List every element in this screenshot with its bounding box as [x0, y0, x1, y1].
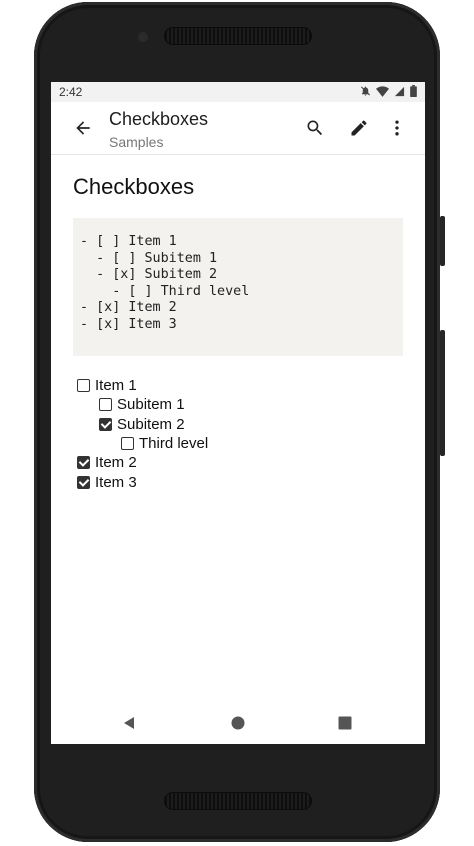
more-vert-icon[interactable]: [383, 114, 411, 142]
nav-home-icon[interactable]: [230, 715, 246, 736]
front-camera: [138, 32, 148, 42]
app-bar: Checkboxes Samples: [51, 102, 425, 155]
arrow-back-icon[interactable]: [69, 114, 97, 142]
code-line: - [x] Subitem 2: [80, 267, 218, 283]
checklist-item-label: Item 1: [95, 377, 137, 395]
cellular-icon: [394, 86, 405, 97]
nav-recents-icon[interactable]: [337, 715, 353, 736]
edit-pencil-icon[interactable]: [345, 114, 373, 142]
top-speaker-grille: [164, 27, 312, 45]
checklist-item-label: Subitem 2: [117, 415, 185, 433]
checkbox[interactable]: [99, 398, 112, 412]
battery-icon: [410, 85, 417, 97]
checkbox[interactable]: [77, 456, 90, 470]
volume-rocker: [440, 330, 445, 456]
navigation-bar: [51, 702, 425, 744]
checklist-item[interactable]: Subitem 2: [77, 415, 208, 434]
checkbox[interactable]: [99, 417, 112, 431]
checkbox[interactable]: [77, 379, 90, 393]
power-button: [440, 216, 445, 266]
wifi-icon: [376, 85, 389, 97]
code-line: - [ ] Item 1: [80, 234, 177, 249]
notifications-off-icon: [360, 85, 371, 97]
checklist-item[interactable]: Item 2: [77, 453, 208, 472]
status-bar: 2:42: [51, 82, 425, 102]
checklist-item[interactable]: Item 1: [77, 376, 208, 395]
checklist-item-label: Item 3: [95, 473, 137, 491]
nav-back-icon[interactable]: [121, 715, 137, 736]
code-line: - [ ] Third level: [80, 283, 250, 299]
checklist-item[interactable]: Third level: [77, 434, 208, 453]
page-heading: Checkboxes: [73, 174, 195, 199]
code-block: - [ ] Item 1 - [ ] Subitem 1 - [x] Subit…: [73, 218, 403, 356]
checkbox[interactable]: [77, 475, 90, 489]
checklist-item[interactable]: Subitem 1: [77, 395, 208, 414]
code-line: - [ ] Subitem 1: [80, 250, 218, 266]
checkbox[interactable]: [121, 437, 134, 451]
checklist-item-label: Subitem 1: [117, 396, 185, 414]
app-bar-title: Checkboxes: [109, 109, 209, 129]
checklist: Item 1 Subitem 1 Subitem 2 Third level I…: [77, 376, 208, 492]
code-line: - [x] Item 2: [80, 300, 177, 316]
checklist-item-label: Third level: [139, 435, 209, 453]
app-bar-subtitle: Samples: [109, 134, 164, 150]
checklist-item[interactable]: Item 3: [77, 472, 208, 491]
status-time: 2:42: [59, 85, 83, 99]
search-icon[interactable]: [301, 114, 329, 142]
checklist-item-label: Item 2: [95, 454, 137, 472]
device-screen: 2:42 Checkboxes Samples Checkboxes - []…: [51, 82, 425, 744]
bottom-speaker-grille: [164, 792, 312, 810]
code-line: - [x] Item 3: [80, 316, 177, 332]
